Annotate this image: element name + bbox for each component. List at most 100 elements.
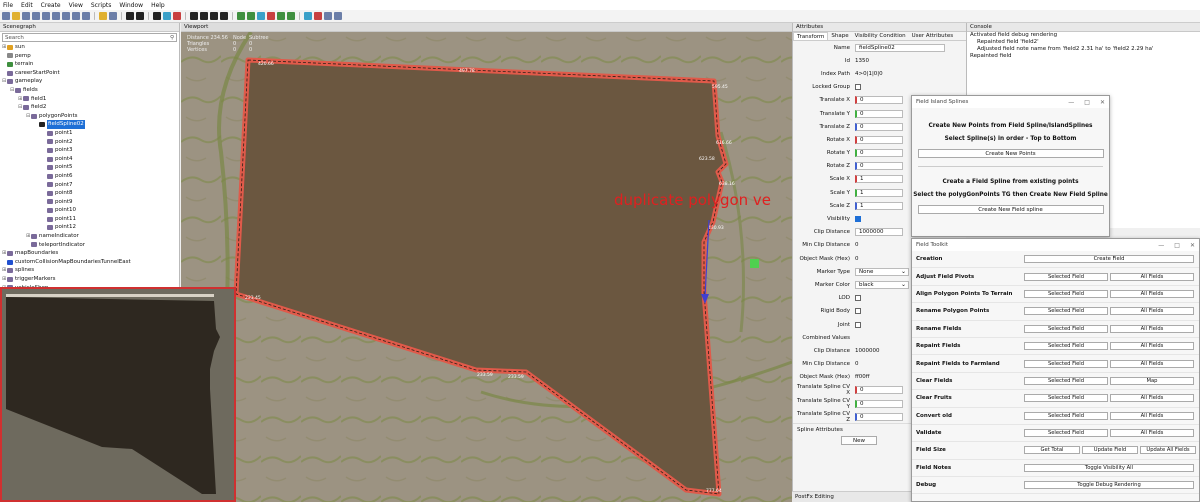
toolkit-button-all-fields[interactable]: All Fields	[1110, 411, 1194, 420]
scenegraph-search-input[interactable]: Search ⚲	[2, 33, 177, 42]
maximize-icon[interactable]: □	[1084, 99, 1090, 106]
new-button[interactable]: New	[841, 436, 877, 446]
pick-icon[interactable]	[173, 12, 181, 20]
tree-row[interactable]: ⊟ polygonPoints	[0, 112, 179, 121]
create-new-points-button[interactable]: Create New Points	[917, 149, 1104, 158]
tree-row[interactable]: customCollisionMapBoundariesTunnelEast	[0, 258, 179, 267]
export-icon[interactable]	[52, 12, 60, 20]
attribute-value-field[interactable]: 0	[855, 412, 903, 421]
attribute-value-field[interactable]: fieldSpline02	[855, 43, 945, 52]
tree-row[interactable]: point7	[0, 181, 179, 190]
attribute-checkbox[interactable]	[855, 321, 861, 328]
tab-user-attributes[interactable]: User Attributes	[909, 32, 956, 40]
camera-icon[interactable]	[304, 12, 312, 20]
cut-icon[interactable]	[62, 12, 70, 20]
tree-row[interactable]: point9	[0, 198, 179, 207]
attribute-value-field[interactable]: 1	[855, 201, 903, 210]
toolkit-button-selected-field[interactable]: Selected Field	[1024, 359, 1108, 368]
attribute-checkbox[interactable]	[855, 295, 861, 302]
toolkit-button-update-field[interactable]: Update Field	[1082, 446, 1138, 455]
tree-row[interactable]: ⊟ gameplay	[0, 77, 179, 86]
gear-icon[interactable]	[334, 12, 342, 20]
window-titlebar[interactable]: Field Toolkit — □ ✕	[912, 239, 1199, 251]
viewport-canvas[interactable]: 420.66 497.78 595.45 616.66 623.58 638.16 430.…	[181, 32, 792, 502]
window-titlebar[interactable]: Field Island Splines — □ ✕	[912, 96, 1109, 108]
eye-icon[interactable]	[136, 12, 144, 20]
save-as-icon[interactable]	[32, 12, 40, 20]
attribute-select[interactable]: black	[855, 280, 909, 289]
toolkit-button-all-fields[interactable]: All Fields	[1110, 394, 1194, 403]
undo-icon[interactable]	[99, 12, 107, 20]
redo-icon[interactable]	[109, 12, 117, 20]
close-icon[interactable]: ✕	[1190, 242, 1195, 249]
toolkit-button-all-fields[interactable]: All Fields	[1110, 359, 1194, 368]
attribute-checkbox[interactable]	[855, 308, 861, 315]
toolkit-button-all-fields[interactable]: All Fields	[1110, 272, 1194, 281]
toolkit-button-selected-field[interactable]: Selected Field	[1024, 342, 1108, 351]
attribute-value-field[interactable]: 0	[855, 149, 903, 158]
tree-row[interactable]: point8	[0, 189, 179, 198]
toolkit-button-toggle-debug-rendering[interactable]: Toggle Debug Rendering	[1024, 481, 1194, 490]
menu-item-scripts[interactable]: Scripts	[91, 2, 112, 9]
terrain-paint-icon[interactable]	[247, 12, 255, 20]
select-icon[interactable]	[163, 12, 171, 20]
light-icon[interactable]	[314, 12, 322, 20]
minimize-icon[interactable]: —	[1158, 242, 1164, 249]
menu-item-view[interactable]: View	[69, 2, 83, 9]
tree-row[interactable]: point2	[0, 138, 179, 147]
import-icon[interactable]	[42, 12, 50, 20]
attribute-value-field[interactable]: 0	[855, 162, 903, 171]
tree-row[interactable]: pemp	[0, 52, 179, 61]
tree-row[interactable]: ⊞ nameIndicator	[0, 232, 179, 241]
toolkit-button-selected-field[interactable]: Selected Field	[1024, 376, 1108, 385]
menu-item-edit[interactable]: Edit	[21, 2, 33, 9]
settings-icon[interactable]	[324, 12, 332, 20]
rotate-icon[interactable]	[200, 12, 208, 20]
attribute-value-field[interactable]: 1000000	[855, 228, 903, 237]
tree-row[interactable]: point3	[0, 146, 179, 155]
tree-row[interactable]: ⊞ sun	[0, 43, 179, 52]
attribute-value-field[interactable]: 0	[855, 96, 903, 105]
toolkit-button-all-fields[interactable]: All Fields	[1110, 429, 1194, 438]
tree-row[interactable]: ⊞ mapBoundaries	[0, 249, 179, 258]
create-new-field-spline-button[interactable]: Create New Field spline	[917, 205, 1104, 214]
attribute-checkbox[interactable]	[855, 216, 861, 223]
toolkit-button-selected-field[interactable]: Selected Field	[1024, 394, 1108, 403]
postfx-editing-tab[interactable]: PostFx Editing	[792, 491, 911, 502]
attribute-select[interactable]: None	[855, 267, 909, 276]
tree-row[interactable]: careerStartPoint	[0, 69, 179, 78]
brush-icon[interactable]	[277, 12, 285, 20]
tree-row[interactable]: teleportIndicator	[0, 241, 179, 250]
foliage-icon[interactable]	[257, 12, 265, 20]
attribute-value-field[interactable]: 0	[855, 109, 903, 118]
tree-row[interactable]: ⊞ splines	[0, 266, 179, 275]
decal-icon[interactable]	[267, 12, 275, 20]
gizmo-handle[interactable]	[750, 259, 759, 268]
tree-row[interactable]: terrain	[0, 60, 179, 69]
toolkit-button-selected-field[interactable]: Selected Field	[1024, 272, 1108, 281]
tree-row[interactable]: point12	[0, 223, 179, 232]
tree-row[interactable]: point5	[0, 163, 179, 172]
toolkit-button-get-total[interactable]: Get Total	[1024, 446, 1080, 455]
tree-row[interactable]: ⊟ field2	[0, 103, 179, 112]
copy-icon[interactable]	[72, 12, 80, 20]
toolkit-button-toggle-visibility-all[interactable]: Toggle Visibility All	[1024, 463, 1194, 472]
tree-row[interactable]: ⊞ field1	[0, 95, 179, 104]
toolkit-button-selected-field[interactable]: Selected Field	[1024, 429, 1108, 438]
tab-transform[interactable]: Transform	[793, 32, 829, 40]
scale-icon[interactable]	[210, 12, 218, 20]
tree-row[interactable]: ⊞ triggerMarkers	[0, 275, 179, 284]
tab-shape[interactable]: Shape	[828, 32, 851, 40]
paste-icon[interactable]	[82, 12, 90, 20]
toolkit-button-selected-field[interactable]: Selected Field	[1024, 289, 1108, 298]
toolkit-button-map[interactable]: Map	[1110, 376, 1194, 385]
tree-row[interactable]: ⊟ fields	[0, 86, 179, 95]
save-icon[interactable]	[22, 12, 30, 20]
toolkit-button-create-field[interactable]: Create Field	[1024, 255, 1194, 264]
tree-row[interactable]: point6	[0, 172, 179, 181]
zoom-icon[interactable]	[153, 12, 161, 20]
attribute-value-field[interactable]: 0	[855, 399, 903, 408]
snap-icon[interactable]	[220, 12, 228, 20]
maximize-icon[interactable]: □	[1174, 242, 1180, 249]
tree-row[interactable]: point4	[0, 155, 179, 164]
